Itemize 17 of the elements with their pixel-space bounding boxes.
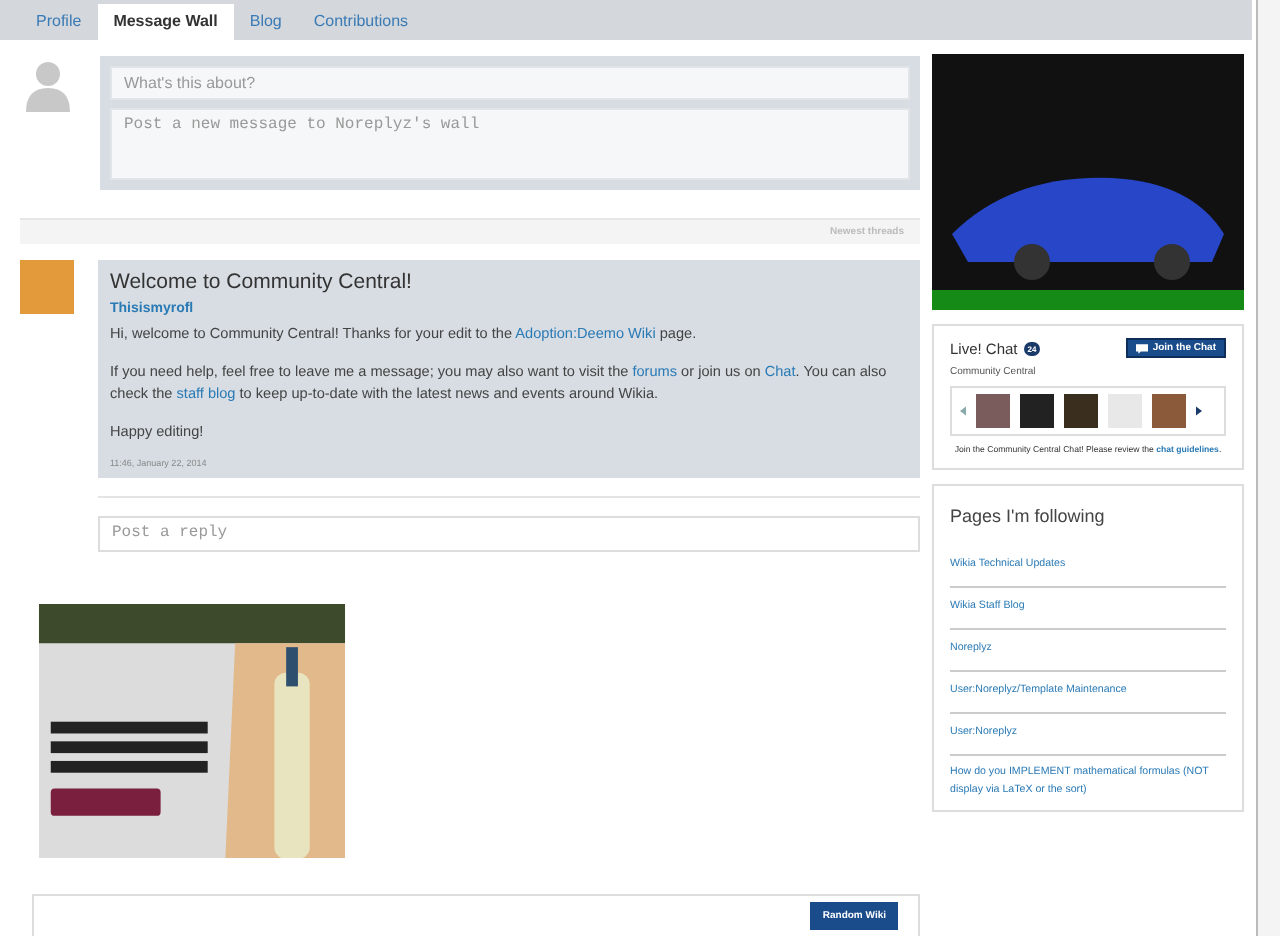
user-avatar[interactable] [1152, 394, 1186, 428]
profile-tab[interactable]: Blog [233, 3, 298, 40]
speech-bubble-icon [1136, 343, 1149, 353]
message-field[interactable]: Post a new message to Noreplyz's wall [110, 107, 910, 180]
profile-tab[interactable]: Message Wall [97, 3, 234, 40]
reply-field[interactable]: Post a reply [98, 515, 920, 552]
profile-tab[interactable]: Profile [20, 3, 98, 40]
title-field[interactable]: What's this about? [110, 65, 910, 100]
profile-tab[interactable]: Contributions [297, 3, 425, 40]
left-arrow-icon[interactable] [960, 406, 966, 416]
thread-title: Welcome to Community Central! [110, 270, 414, 295]
avatar-image [20, 260, 74, 315]
module-title: Pages I'm following [950, 506, 1107, 526]
user-avatar[interactable] [1064, 394, 1098, 428]
user-avatar[interactable] [976, 394, 1010, 428]
right-arrow-icon[interactable] [1196, 406, 1202, 416]
user-avatar[interactable] [1020, 394, 1054, 428]
